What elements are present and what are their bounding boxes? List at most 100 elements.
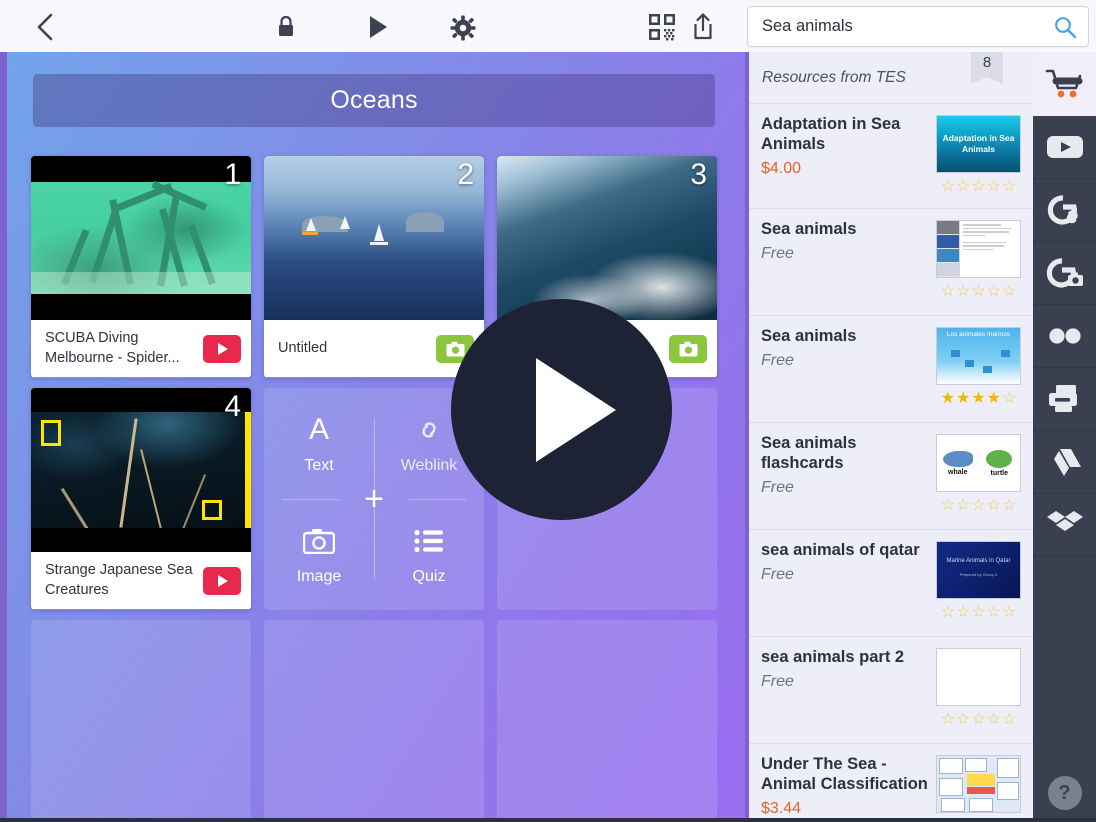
youtube-icon[interactable] [203, 566, 241, 595]
search-box[interactable] [747, 6, 1089, 47]
thumbnail-image-sailboats [264, 156, 484, 320]
card-thumbnail: 3 [497, 156, 717, 320]
lock-icon[interactable] [270, 12, 302, 42]
thumbnail-under-the-sea [937, 756, 1020, 812]
results-header-label: Resources from TES [762, 68, 906, 86]
card-caption: Untitled [264, 320, 484, 377]
thumbnail-highlight-box [41, 420, 61, 446]
result-thumbnail[interactable] [936, 220, 1021, 278]
thumbnail-image-scuba [31, 156, 251, 320]
sidebar-item-dropbox[interactable] [1033, 494, 1096, 557]
result-price: $4.00 [761, 159, 802, 177]
share-upload-icon[interactable] [688, 10, 718, 44]
list-item[interactable]: Sea animals Free ☆ ☆ ☆ ☆ ☆ [749, 209, 1033, 316]
sidebar-item-print[interactable] [1033, 368, 1096, 431]
link-icon [415, 413, 443, 447]
app-root: Oceans 1 [0, 0, 1096, 822]
play-icon[interactable] [362, 12, 394, 42]
flickr-icon [1048, 328, 1081, 344]
thumbnail-highlight-bar [245, 412, 251, 528]
thumbnail-qatar: Marine Animals in Qatar Prepared by Grou… [937, 542, 1020, 598]
result-title: Under The Sea - Animal Classification [761, 755, 928, 793]
resources-results-panel: Resources from TES 8 Adaptation in Sea A… [745, 52, 1033, 822]
list-item[interactable]: sea animals of qatar Free Marine Animals… [749, 530, 1033, 637]
add-weblink-label: Weblink [400, 456, 458, 474]
back-icon[interactable] [28, 10, 62, 44]
thumbnail-caption: Marine Animals in Qatar [946, 558, 1011, 564]
bottom-status-bar [0, 818, 1096, 822]
thumbnail-marinos: Los animales marinos [937, 328, 1020, 384]
thumbnail-blank [937, 649, 1020, 705]
list-icon [414, 524, 444, 558]
result-thumbnail[interactable]: Los animales marinos [936, 327, 1021, 385]
add-text-button[interactable]: A Text [264, 388, 374, 499]
empty-card-slot[interactable] [497, 620, 717, 818]
card-index: 2 [457, 158, 474, 191]
empty-card-slot[interactable] [264, 620, 484, 818]
list-item[interactable]: Adaptation in Sea Animals $4.00 Adaptati… [749, 104, 1033, 209]
board-title-banner[interactable]: Oceans [33, 74, 715, 127]
gear-icon[interactable] [446, 12, 480, 44]
results-list[interactable]: Adaptation in Sea Animals $4.00 Adaptati… [749, 104, 1033, 822]
sidebar-item-google-drive[interactable] [1033, 431, 1096, 494]
google-link-icon [1047, 195, 1078, 225]
result-price: Free [761, 672, 794, 690]
results-count-badge: 8 [971, 52, 1003, 84]
result-thumbnail[interactable]: Adaptation in Sea Animals [936, 115, 1021, 173]
rating-stars[interactable]: ☆☆☆☆☆ [941, 179, 1017, 195]
results-count-value: 8 [982, 54, 992, 71]
card-index: 4 [224, 390, 241, 423]
thumbnail-highlight-box [202, 500, 222, 520]
image-icon[interactable] [669, 334, 707, 363]
thumbnail-caption: Adaptation in Sea Animals [942, 133, 1015, 154]
play-overlay-button[interactable] [451, 299, 672, 520]
board-card-4[interactable]: 4 Strange Japanese Sea Creatures [31, 388, 251, 610]
sidebar-item-google-images[interactable] [1033, 242, 1096, 305]
result-thumbnail[interactable] [936, 755, 1021, 813]
sidebar-item-google-link[interactable] [1033, 179, 1096, 242]
result-thumbnail[interactable]: whale turtle [936, 434, 1021, 492]
play-triangle-icon [535, 357, 616, 462]
whale-icon [942, 450, 973, 467]
sidebar-item-youtube[interactable] [1033, 116, 1096, 179]
qr-code-icon[interactable] [646, 11, 678, 43]
search-icon[interactable] [1052, 14, 1078, 40]
result-title: Sea animals flashcards [761, 434, 857, 472]
result-thumbnail[interactable]: Marine Animals in Qatar Prepared by Grou… [936, 541, 1021, 599]
board-card-1[interactable]: 1 SCUBA Diving Melbourne - Spider... [31, 156, 251, 378]
result-thumbnail[interactable] [936, 648, 1021, 706]
sidebar-item-flickr[interactable] [1033, 305, 1096, 368]
help-button[interactable]: ? [1047, 776, 1082, 810]
add-image-button[interactable]: Image [264, 499, 374, 610]
top-toolbar [0, 0, 1096, 52]
result-price: Free [761, 565, 794, 583]
rating-stars[interactable]: ☆☆☆☆☆ [941, 712, 1017, 728]
print-icon [1048, 385, 1077, 412]
right-tool-rail: ? [1033, 52, 1096, 822]
result-title: sea animals of qatar [761, 541, 920, 559]
list-item[interactable]: sea animals part 2 Free ☆ ☆ ☆ ☆ ☆ [749, 637, 1033, 744]
card-title: Untitled [278, 339, 328, 356]
rating-stars[interactable]: ☆☆☆☆☆ [941, 498, 1017, 514]
search-input[interactable] [762, 17, 1052, 36]
google-drive-icon [1053, 449, 1081, 476]
page-title: Oceans [330, 86, 418, 114]
rating-stars[interactable]: ★ ★ ★ ★ ☆ [941, 391, 1017, 407]
thumbnail-caption: Los animales marinos [946, 331, 1011, 338]
google-image-icon [1046, 258, 1083, 288]
card-thumbnail: 2 [264, 156, 484, 320]
rating-stars[interactable]: ☆☆☆☆☆ [941, 284, 1017, 300]
list-item[interactable]: Sea animals flashcards Free whale turtle… [749, 423, 1033, 530]
rating-stars[interactable]: ☆☆☆☆☆ [941, 605, 1017, 621]
list-item[interactable]: Under The Sea - Animal Classification $3… [749, 744, 1033, 822]
empty-card-slot[interactable] [31, 620, 251, 818]
list-item[interactable]: Sea animals Free Los animales marinos ★ … [749, 316, 1033, 423]
youtube-icon[interactable] [203, 334, 241, 363]
add-quiz-button[interactable]: Quiz [374, 499, 484, 610]
add-quiz-label: Quiz [412, 567, 446, 585]
dropbox-icon [1046, 511, 1083, 531]
thumbnail-flashcards: whale turtle [937, 435, 1020, 491]
shopping-cart-icon[interactable] [1033, 52, 1096, 116]
board-card-2[interactable]: 2 Untitled [264, 156, 484, 378]
turtle-icon [986, 449, 1013, 468]
